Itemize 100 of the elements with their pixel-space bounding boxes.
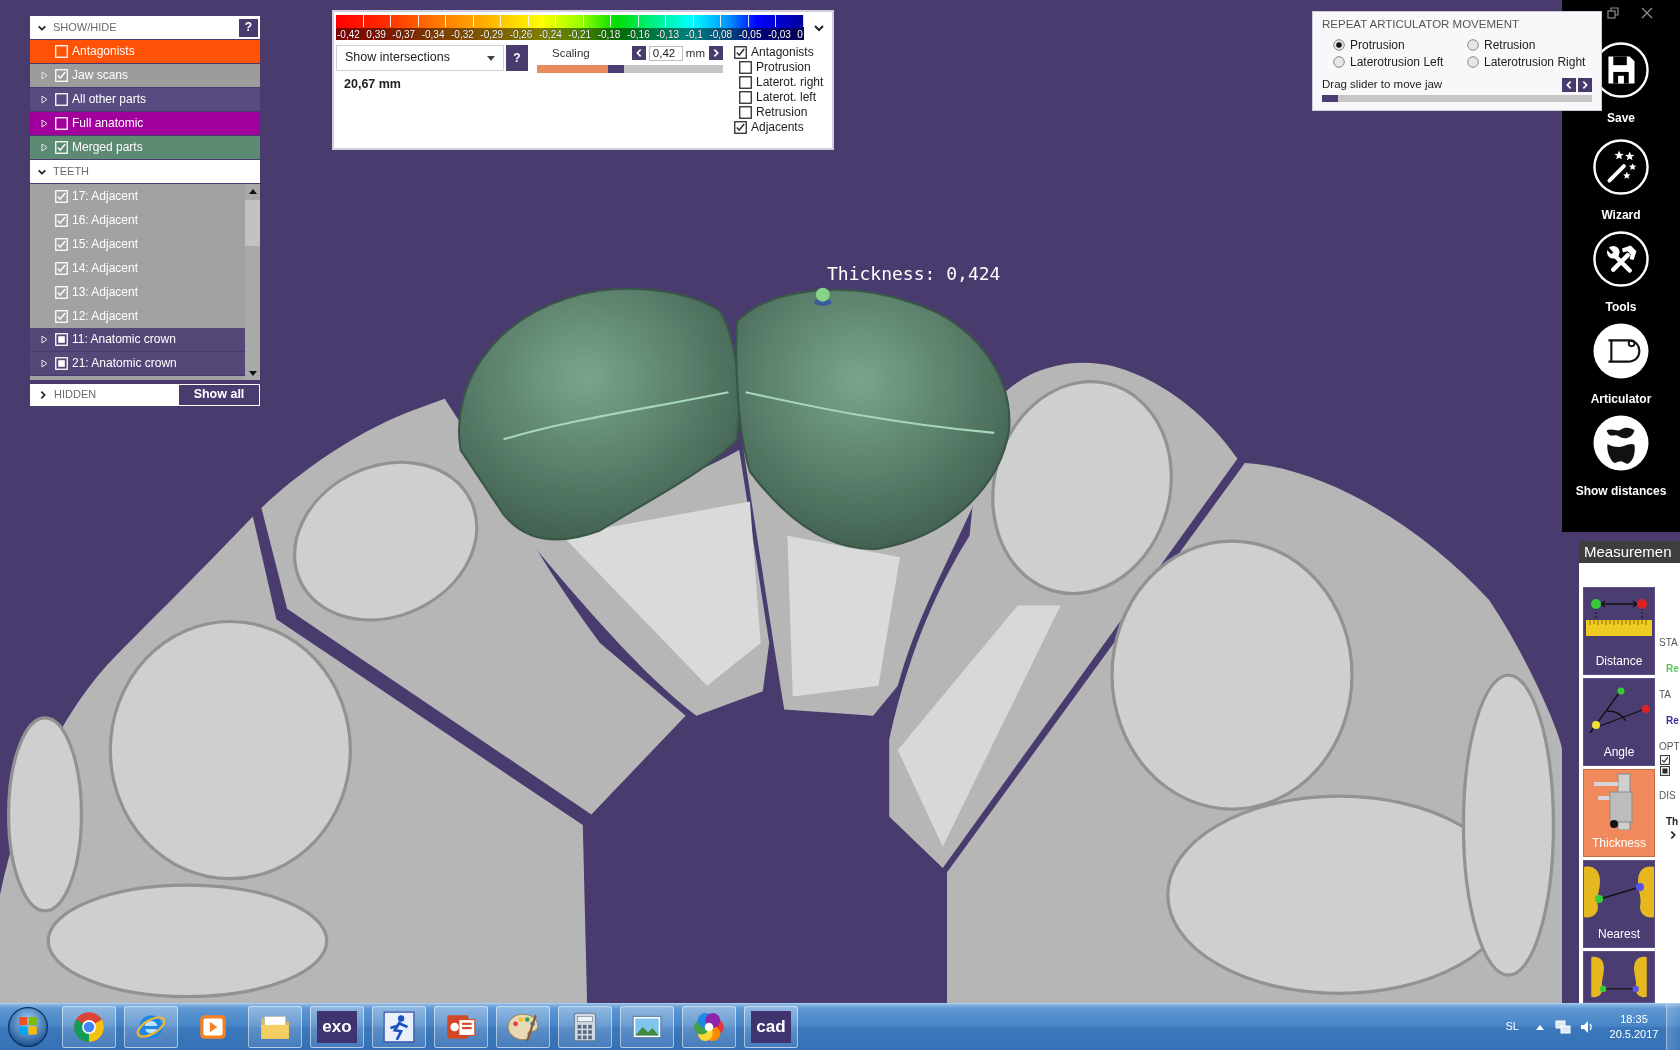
- section-header[interactable]: TEETH: [30, 160, 260, 183]
- slider-thumb[interactable]: [607, 65, 624, 73]
- help-button[interactable]: ?: [238, 17, 259, 38]
- taskbar-button[interactable]: cad: [744, 1006, 798, 1048]
- wizard-button[interactable]: Wizard: [1593, 139, 1649, 231]
- checkbox-label[interactable]: Adjacents: [751, 120, 804, 135]
- chevron-right-icon[interactable]: [38, 390, 48, 400]
- show-distances-button[interactable]: Show distances: [1575, 415, 1667, 507]
- expand-triangle-icon[interactable]: [41, 143, 48, 152]
- layer-label: Antagonists: [72, 44, 135, 59]
- scrollbar-thumb[interactable]: [245, 200, 260, 246]
- taskbar-button[interactable]: exo: [310, 1006, 364, 1048]
- checkbox[interactable]: [739, 91, 752, 104]
- show-all-button[interactable]: Show all: [178, 384, 260, 406]
- taskbar-button[interactable]: [434, 1006, 488, 1048]
- scale-label: -0,42: [337, 29, 360, 40]
- scroll-down-icon[interactable]: [248, 371, 257, 376]
- scrollbar[interactable]: [245, 184, 260, 380]
- taskbar-button[interactable]: [372, 1006, 426, 1048]
- tooth-row[interactable]: 21: Anatomic crown: [30, 352, 245, 376]
- clock-time[interactable]: 18:35: [1620, 1012, 1648, 1027]
- radio-label[interactable]: Laterotrusion Right: [1484, 54, 1586, 70]
- measure-tool-button[interactable]: [1583, 951, 1655, 1003]
- articulator-button[interactable]: Articulator: [1590, 323, 1652, 415]
- decrease-button[interactable]: [631, 46, 646, 60]
- tooth-label: 21: Anatomic crown: [72, 356, 177, 371]
- radio-label[interactable]: Laterotrusion Left: [1350, 54, 1444, 70]
- next-button[interactable]: [1578, 77, 1592, 92]
- layer-row[interactable]: Full anatomic: [30, 112, 260, 135]
- radio-button[interactable]: [1333, 39, 1345, 51]
- measure-tool-button[interactable]: Angle: [1583, 678, 1655, 766]
- checkbox[interactable]: [734, 46, 747, 59]
- help-button[interactable]: ?: [506, 45, 528, 71]
- scale-label: -0,34: [421, 29, 445, 40]
- hint-text: Drag slider to move jaw: [1322, 77, 1443, 92]
- chevron-left-icon: [1564, 79, 1574, 90]
- network-icon[interactable]: [1555, 1019, 1571, 1035]
- unit-label: mm: [685, 45, 705, 61]
- caret-up-icon[interactable]: [1536, 1024, 1544, 1030]
- radio-label[interactable]: Retrusion: [1484, 37, 1536, 53]
- tooth-row[interactable]: 11: Anatomic crown: [30, 328, 245, 352]
- section-heading: STA: [1659, 637, 1679, 649]
- checkbox[interactable]: [734, 121, 747, 134]
- taskbar-button[interactable]: [558, 1006, 612, 1048]
- checkbox[interactable]: [739, 76, 752, 89]
- expand-triangle-icon[interactable]: [41, 359, 48, 368]
- layer-label: All other parts: [72, 92, 147, 107]
- chevron-right-icon[interactable]: [1668, 830, 1678, 840]
- close-icon[interactable]: [1641, 7, 1653, 19]
- checkbox-label[interactable]: Laterot. right: [756, 75, 824, 90]
- section-header[interactable]: HIDDEN: [30, 384, 178, 406]
- layer-row[interactable]: All other parts: [30, 88, 260, 111]
- expand-triangle-icon[interactable]: [41, 119, 48, 128]
- radio-button[interactable]: [1467, 56, 1479, 68]
- checkbox[interactable]: [1660, 766, 1670, 776]
- scale-label: -0,18: [597, 29, 621, 40]
- scroll-up-icon[interactable]: [248, 189, 257, 194]
- value-text[interactable]: Th: [1659, 816, 1680, 828]
- increase-button[interactable]: [709, 46, 723, 60]
- measurement-label: Thickness: 0,424: [827, 264, 1001, 284]
- radio-button[interactable]: [1333, 56, 1345, 68]
- section-title: SHOW/HIDE: [53, 20, 117, 35]
- radio-label[interactable]: Protrusion: [1350, 37, 1405, 53]
- previous-button[interactable]: [1562, 77, 1576, 92]
- expand-triangle-icon[interactable]: [41, 95, 48, 104]
- taskbar-button[interactable]: [496, 1006, 550, 1048]
- section-header[interactable]: SHOW/HIDE ?: [30, 16, 260, 39]
- checkbox-label[interactable]: Retrusion: [756, 105, 808, 120]
- scale-label: 0: [797, 29, 803, 40]
- tools-button[interactable]: Tools: [1593, 231, 1649, 323]
- measure-tool-button[interactable]: Nearest: [1583, 860, 1655, 948]
- checkbox[interactable]: [739, 106, 752, 119]
- mode-dropdown[interactable]: Show intersections: [336, 45, 504, 71]
- caret-down-icon[interactable]: [487, 55, 495, 61]
- checkbox-label[interactable]: Protrusion: [756, 60, 811, 75]
- taskbar-button[interactable]: [62, 1006, 116, 1048]
- expand-triangle-icon[interactable]: [41, 335, 48, 344]
- checkbox[interactable]: [739, 61, 752, 74]
- language-indicator[interactable]: SL: [1505, 1020, 1519, 1034]
- restore-icon[interactable]: [1607, 7, 1619, 19]
- taskbar-button[interactable]: [682, 1006, 736, 1048]
- taskbar-button[interactable]: [620, 1006, 674, 1048]
- start-button[interactable]: [7, 1006, 49, 1048]
- clock-date[interactable]: 20.5.2017: [1609, 1027, 1659, 1042]
- volume-icon[interactable]: [1579, 1019, 1595, 1035]
- tooth-label: 17: Adjacent: [72, 188, 139, 204]
- value-text[interactable]: Re: [1659, 715, 1680, 727]
- layer-row[interactable]: Merged parts: [30, 136, 260, 159]
- taskbar-button[interactable]: [124, 1006, 178, 1048]
- measure-tool-button[interactable]: Distance: [1583, 587, 1655, 675]
- jaw-slider[interactable]: [1322, 95, 1592, 102]
- scaling-input[interactable]: 0,42: [648, 45, 683, 61]
- checkbox[interactable]: [1660, 755, 1670, 765]
- checkbox-label[interactable]: Antagonists: [751, 45, 814, 60]
- radio-button[interactable]: [1467, 39, 1479, 51]
- tooth-label: 15: Adjacent: [72, 236, 139, 252]
- scale-label: -0,21: [568, 29, 592, 40]
- checkbox-label[interactable]: Laterot. left: [756, 90, 817, 105]
- scaling-slider[interactable]: [537, 65, 723, 73]
- taskbar-button[interactable]: [248, 1006, 302, 1048]
